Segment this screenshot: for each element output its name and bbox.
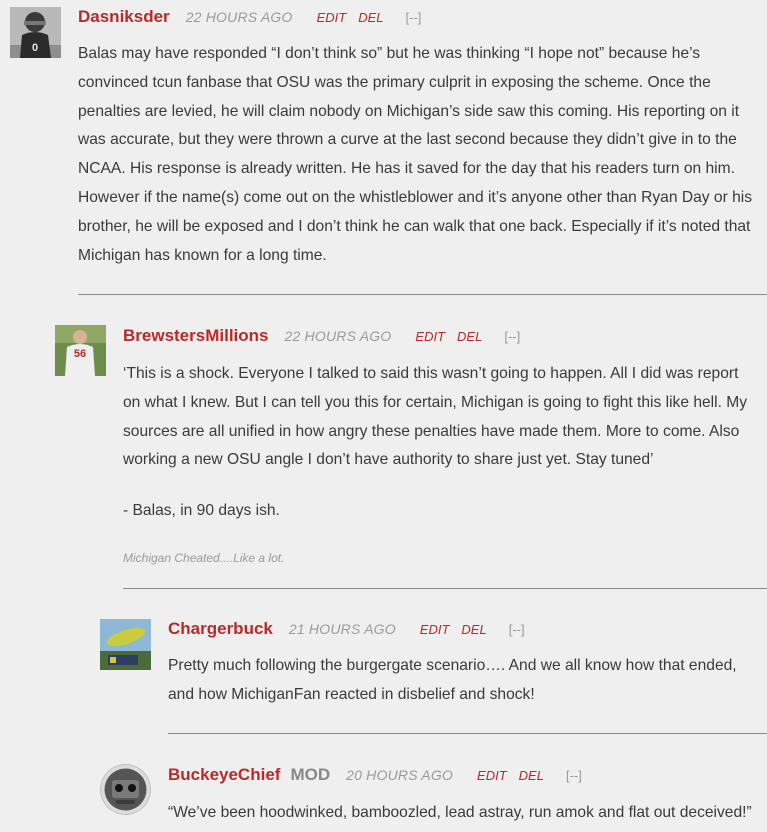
comment-body: Balas may have responded “I don’t think …	[78, 45, 753, 264]
delete-link[interactable]: DEL	[358, 10, 383, 25]
divider	[168, 733, 767, 734]
comment-body: “We’ve been hoodwinked, bamboozled, lead…	[168, 804, 752, 821]
timestamp[interactable]: 21 HOURS AGO	[289, 621, 396, 637]
edit-link[interactable]: EDIT	[317, 10, 347, 25]
comment-body: Pretty much following the burgergate sce…	[168, 657, 737, 703]
svg-text:0: 0	[32, 42, 38, 54]
delete-link[interactable]: DEL	[457, 329, 482, 344]
player-avatar-icon: 56	[55, 325, 106, 376]
timestamp[interactable]: 20 HOURS AGO	[346, 767, 453, 783]
collapse-toggle[interactable]: [--]	[406, 10, 422, 25]
username[interactable]: BuckeyeChief	[168, 765, 280, 785]
robot-avatar-icon	[100, 764, 151, 815]
divider	[78, 294, 767, 295]
avatar[interactable]	[100, 619, 151, 670]
avatar[interactable]: 56	[55, 325, 106, 376]
comment-body: ‘This is a shock. Everyone I talked to s…	[123, 365, 748, 520]
edit-link[interactable]: EDIT	[415, 329, 445, 344]
svg-text:56: 56	[74, 348, 86, 360]
edit-link[interactable]: EDIT	[420, 622, 450, 637]
avatar[interactable]	[100, 764, 151, 815]
avatar[interactable]: 0	[10, 7, 61, 58]
timestamp[interactable]: 22 HOURS AGO	[285, 328, 392, 344]
collapse-toggle[interactable]: [--]	[509, 622, 525, 637]
timestamp[interactable]: 22 HOURS AGO	[186, 9, 293, 25]
player-avatar-icon: 0	[10, 7, 61, 58]
edit-link[interactable]: EDIT	[477, 768, 507, 783]
username[interactable]: BrewstersMillions	[123, 326, 269, 346]
blimp-avatar-icon	[100, 619, 151, 670]
username[interactable]: Dasniksder	[78, 7, 170, 27]
delete-link[interactable]: DEL	[461, 622, 486, 637]
mod-badge: MOD	[290, 765, 331, 784]
collapse-toggle[interactable]: [--]	[504, 329, 520, 344]
username[interactable]: Chargerbuck	[168, 619, 273, 639]
collapse-toggle[interactable]: [--]	[566, 768, 582, 783]
user-signature: Michigan Cheated....Like a lot.	[123, 551, 285, 565]
delete-link[interactable]: DEL	[519, 768, 544, 783]
divider	[123, 588, 767, 589]
